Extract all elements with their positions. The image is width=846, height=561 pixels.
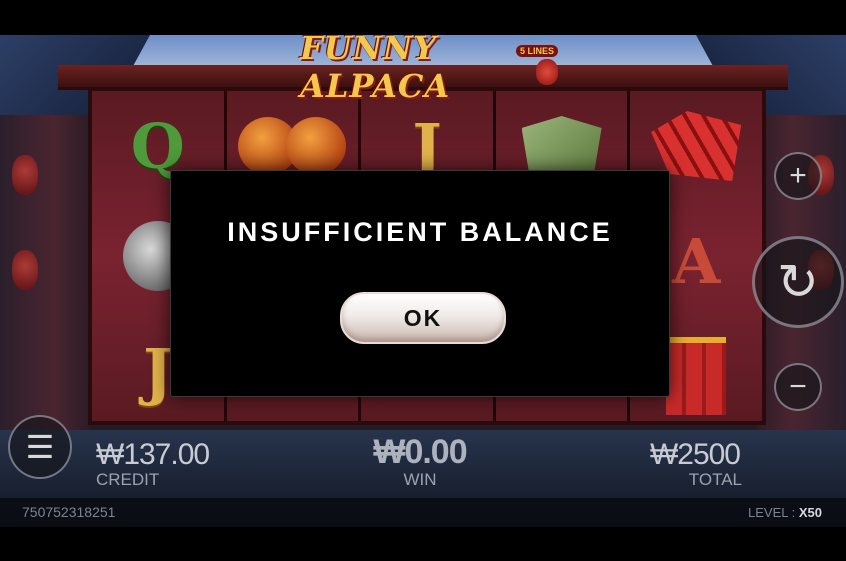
insufficient-balance-dialog: INSUFFICIENT BALANCE OK (170, 170, 670, 397)
dialog-message: INSUFFICIENT BALANCE (227, 217, 613, 247)
ok-button[interactable]: OK (340, 292, 506, 344)
modal-overlay: INSUFFICIENT BALANCE OK (0, 0, 846, 561)
